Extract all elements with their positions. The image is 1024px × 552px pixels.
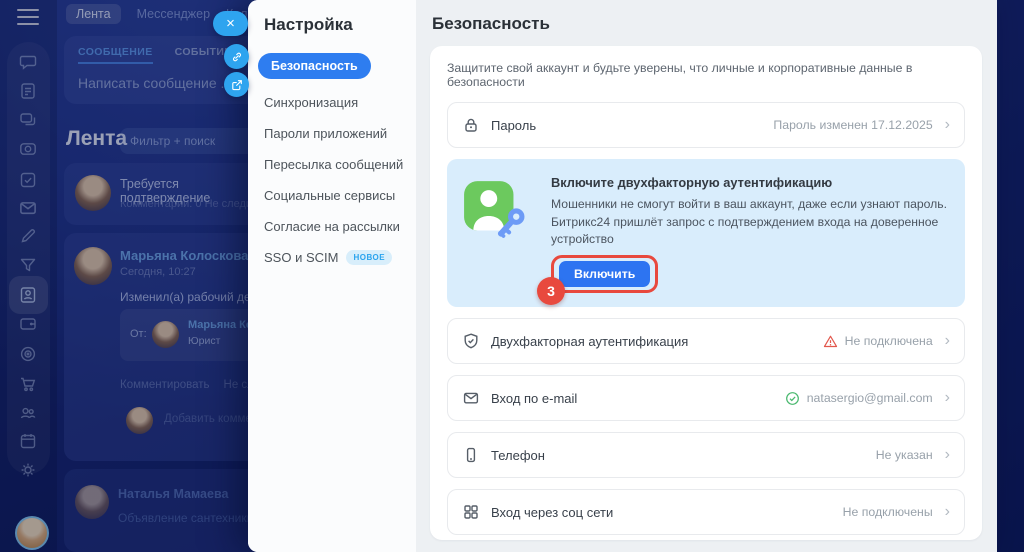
nav-item-sync[interactable]: Синхронизация — [264, 95, 416, 110]
post-text: Объявление сантехники — [118, 511, 253, 525]
phone-icon — [462, 446, 480, 464]
feed-title: Лента — [66, 127, 127, 151]
feed-post[interactable]: Марьяна Колоскова Сегодня, 10:27 Изменил… — [64, 233, 264, 461]
menu-icon[interactable] — [17, 9, 39, 25]
feed-search-input[interactable] — [120, 128, 262, 154]
post-avatar — [75, 175, 111, 211]
tasks-icon[interactable] — [18, 81, 38, 101]
row-email-login[interactable]: Вход по e-mail natasergio@gmail.com › — [447, 375, 965, 421]
chevron-right-icon: › — [945, 390, 950, 406]
email-status: natasergio@gmail.com — [807, 391, 933, 405]
quote-avatar — [152, 321, 179, 348]
copy-link-button[interactable] — [224, 44, 249, 69]
post-avatar — [74, 247, 112, 285]
user-avatar[interactable] — [15, 516, 49, 550]
grid-icon — [462, 503, 480, 521]
tab-message[interactable]: СООБЩЕНИЕ — [78, 46, 153, 64]
screen: Лента Мессенджер Календарь СООБЩЕНИЕ СОБ… — [0, 0, 1024, 552]
security-content: Безопасность Защитите свой аккаунт и буд… — [416, 0, 997, 552]
chat-icon[interactable] — [18, 52, 38, 72]
nav-item-sso-scim[interactable]: SSO и SCIM НОВОЕ — [264, 250, 416, 265]
calendar-icon[interactable] — [18, 431, 38, 451]
comment-avatar — [126, 407, 153, 434]
settings-title: Настройка — [264, 15, 416, 35]
chats-icon[interactable] — [18, 110, 38, 130]
feed-post[interactable]: Требуется подтверждение Комментарии: 0 Н… — [64, 163, 264, 225]
external-link-icon — [230, 78, 244, 92]
warning-icon — [823, 334, 838, 349]
quote-author-role: Юрист — [188, 335, 220, 347]
envelope-icon — [462, 389, 480, 407]
post-author-link[interactable]: Наталья Мамаева — [118, 487, 228, 501]
open-in-new-button[interactable] — [224, 72, 249, 97]
row-password[interactable]: Пароль Пароль изменен 17.12.2025 › — [447, 102, 965, 148]
nav-item-mailing-consent[interactable]: Согласие на рассылки — [264, 219, 416, 234]
chevron-right-icon: › — [945, 447, 950, 463]
row-two-factor[interactable]: Двухфакторная аутентификация Не подключе… — [447, 318, 965, 364]
page-title: Безопасность — [432, 14, 982, 34]
post-time: Сегодня, 10:27 — [120, 266, 196, 278]
comment-action[interactable]: Комментировать — [120, 379, 210, 391]
post-avatar — [75, 485, 109, 519]
settings-gear-icon[interactable] — [18, 460, 38, 480]
nav-item-app-passwords[interactable]: Пароли приложений — [264, 126, 416, 141]
checklist-icon[interactable] — [18, 170, 38, 190]
lock-icon — [462, 116, 480, 134]
post-quote-box: От: Марьяна Кол Юрист — [120, 309, 258, 361]
two-factor-status: Не подключена — [845, 334, 933, 348]
tab-messenger[interactable]: Мессенджер — [137, 7, 210, 21]
row-phone[interactable]: Телефон Не указан › — [447, 432, 965, 478]
shop-cart-icon[interactable] — [18, 374, 38, 394]
hr-people-icon[interactable] — [18, 403, 38, 423]
quote-from-label: От: — [130, 328, 147, 340]
nav-item-security[interactable]: Безопасность — [258, 53, 371, 79]
settings-panel: Настройка Безопасность Синхронизация Пар… — [248, 0, 997, 552]
crm-funnel-icon[interactable] — [18, 255, 38, 275]
security-card: Защитите свой аккаунт и будьте уверены, … — [430, 46, 982, 540]
chevron-right-icon: › — [945, 504, 950, 520]
promo-title: Включите двухфакторную аутентификацию — [551, 175, 949, 190]
left-icon-rail — [0, 0, 57, 552]
contacts-icon[interactable] — [18, 285, 38, 305]
sign-icon[interactable] — [18, 226, 38, 246]
nav-item-forwarding[interactable]: Пересылка сообщений — [264, 157, 416, 172]
enable-2fa-button[interactable]: Включить — [559, 261, 650, 287]
nav-item-social-services[interactable]: Социальные сервисы — [264, 188, 416, 203]
chevron-right-icon: › — [945, 117, 950, 133]
chevron-right-icon: › — [945, 333, 950, 349]
promo-text: Мошенники не смогут войти в ваш аккаунт,… — [551, 196, 949, 249]
new-badge: НОВОЕ — [346, 250, 392, 265]
phone-status: Не указан — [876, 448, 933, 462]
check-circle-icon — [785, 391, 800, 406]
wallet-icon[interactable] — [18, 314, 38, 334]
link-icon — [230, 50, 244, 64]
close-panel-button[interactable]: × — [213, 11, 248, 36]
password-status: Пароль изменен 17.12.2025 — [773, 118, 932, 132]
post-author-link[interactable]: Марьяна Колоскова — [120, 248, 248, 263]
marketing-target-icon[interactable] — [18, 344, 38, 364]
post-meta: Комментарии: 0 Не следить — [120, 198, 263, 210]
tab-feed[interactable]: Лента — [66, 4, 121, 24]
row-social-login[interactable]: Вход через соц сети Не подключены › — [447, 489, 965, 535]
security-subtitle: Защитите свой аккаунт и будьте уверены, … — [447, 61, 965, 89]
two-factor-promo: Включите двухфакторную аутентификацию Мо… — [447, 159, 965, 307]
settings-nav: Настройка Безопасность Синхронизация Пар… — [248, 0, 416, 552]
social-status: Не подключены — [843, 505, 933, 519]
shield-check-icon — [462, 332, 480, 350]
person-key-icon — [461, 172, 539, 287]
feed-post[interactable]: Наталья Мамаева Объявление сантехники — [64, 469, 264, 552]
annotation-step-badge: 3 — [537, 277, 565, 305]
mail-icon[interactable] — [18, 198, 38, 218]
video-icon[interactable] — [18, 139, 38, 159]
close-icon: × — [226, 16, 235, 31]
